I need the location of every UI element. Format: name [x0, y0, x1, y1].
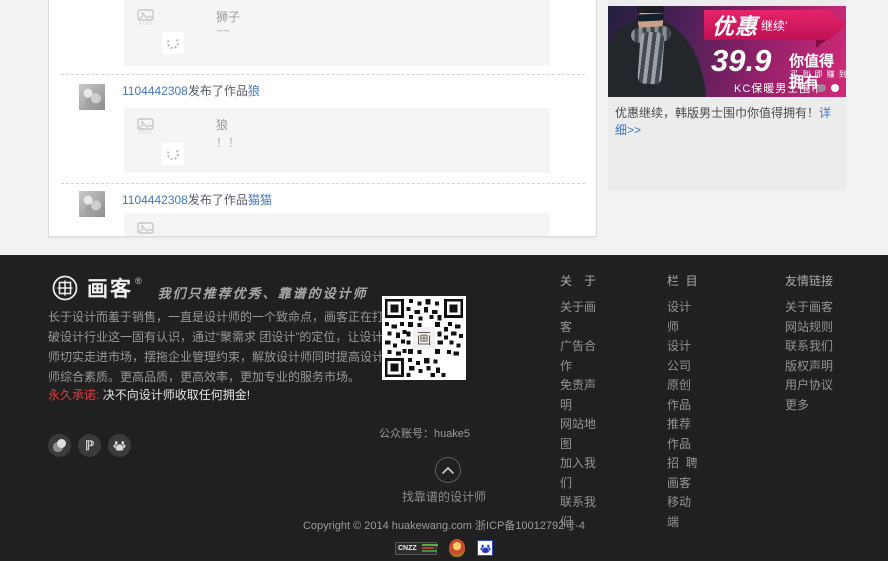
- baidu-paw-badge[interactable]: [477, 540, 493, 556]
- scarf-graphic: [637, 31, 665, 85]
- column-title: 友情链接: [785, 272, 833, 291]
- sunglasses-icon: [637, 13, 664, 21]
- registered-mark: ®: [135, 276, 142, 286]
- copyright-line: Copyright © 2014 huakewang.com 浙ICP备1001…: [0, 517, 888, 533]
- footer-link[interactable]: 网站规则: [785, 318, 833, 338]
- footer-link[interactable]: 原创作品: [667, 376, 698, 415]
- footer-link[interactable]: 用户协议: [785, 376, 833, 396]
- work-subtitle: ~~: [216, 24, 230, 38]
- column-title: 关 于: [560, 272, 596, 291]
- model-hair: [637, 6, 664, 13]
- brand-name: 画客: [87, 273, 133, 303]
- promo-small-text: 继续’: [761, 17, 788, 34]
- promo-ribbon: 优惠继续’: [704, 10, 846, 40]
- cnzz-label: CNZZ: [396, 545, 419, 552]
- username-link[interactable]: 1104442308: [122, 84, 188, 98]
- police-emblem-badge[interactable]: [449, 539, 465, 557]
- promise-line: 永久承诺: 决不向设计师收取任何拥金!: [48, 386, 250, 403]
- ad-banner[interactable]: 优惠继续’ 39.9 你值得拥有 买 到 即 赚 到 KC保暖男士围巾: [608, 6, 846, 97]
- huake-logo-icon: [52, 275, 78, 301]
- brand-tagline: 我们只推荐优秀、靠谱的设计师: [158, 283, 368, 302]
- product-name: KC保暖男士围巾: [734, 80, 823, 96]
- page: 狮子 ~~ 1104442308发布了作品狼 狼 ！！ 1104442308发布…: [0, 0, 888, 561]
- footer-link[interactable]: 版权声明: [785, 357, 833, 377]
- footer-link[interactable]: 关于画客: [785, 298, 833, 318]
- broken-image-icon: [137, 222, 154, 237]
- footer-link[interactable]: 联系我们: [785, 337, 833, 357]
- feed-panel: 狮子 ~~ 1104442308发布了作品狼 狼 ！！ 1104442308发布…: [48, 0, 597, 237]
- footer-link[interactable]: 更多: [785, 396, 833, 416]
- petal-social-icon[interactable]: [48, 434, 71, 457]
- work-preview-card: 狼 ！！: [124, 108, 550, 173]
- footer-link[interactable]: 设计公司: [667, 337, 698, 376]
- qr-block: 画 公众账号：huake5: [382, 296, 466, 380]
- feed-activity-line: 1104442308发布了作品猫猫: [122, 193, 272, 207]
- back-to-top-label: 找靠谱的设计师: [0, 488, 888, 505]
- carousel-dots: [818, 84, 839, 92]
- work-subtitle: ！！: [216, 134, 240, 151]
- sub-slogan-text: 买 到 即 赚 到: [790, 69, 846, 80]
- social-links: ℙ: [48, 434, 131, 457]
- cnzz-stats-badge[interactable]: CNZZ: [395, 542, 437, 555]
- footer-link[interactable]: 网站地图: [560, 415, 596, 454]
- carousel-dot[interactable]: [818, 84, 826, 92]
- footer: 画客 ® 我们只推荐优秀、靠谱的设计师 长于设计而羞于销售，一直是设计师的一个致…: [0, 255, 888, 561]
- paw-icon: [480, 543, 491, 554]
- cnzz-bars-icon: [420, 544, 440, 552]
- footer-link[interactable]: 推荐作品: [667, 415, 698, 454]
- footer-column-friend-links: 友情链接 关于画客 网站规则 联系我们 版权声明 用户协议 更多: [785, 272, 833, 415]
- svg-text:画: 画: [417, 331, 432, 347]
- username-link[interactable]: 1104442308: [122, 193, 188, 207]
- user-avatar[interactable]: [79, 191, 105, 217]
- feed-separator: [61, 74, 585, 75]
- work-link[interactable]: 猫猫: [248, 193, 272, 207]
- column-title: 栏 目: [667, 272, 698, 291]
- qr-caption: 公众账号：huake5: [352, 425, 497, 441]
- activity-action: 发布了作品: [188, 193, 248, 207]
- promo-big-text: 优惠: [712, 9, 758, 41]
- broken-image-icon: [137, 118, 154, 134]
- baidu-paw-icon[interactable]: [108, 434, 131, 457]
- footer-link[interactable]: 招 聘: [667, 454, 698, 474]
- loading-spinner-icon: [162, 143, 184, 165]
- footer-link[interactable]: 广告合作: [560, 337, 596, 376]
- footer-description: 长于设计而羞于销售，一直是设计师的一个致命点，画客正在打破设计行业这一固有认识，…: [48, 307, 390, 387]
- feed-activity-line: 1104442308发布了作品狼: [122, 84, 260, 98]
- footer-link[interactable]: 免责声明: [560, 376, 596, 415]
- broken-image-icon: [137, 9, 154, 25]
- carousel-dot-active[interactable]: [831, 84, 839, 92]
- promise-text: 决不向设计师收取任何拥金!: [103, 388, 250, 402]
- feed-separator: [61, 183, 585, 184]
- work-preview-card: [124, 213, 550, 237]
- work-title: 狼: [216, 116, 228, 133]
- footer-badges: CNZZ: [0, 539, 888, 557]
- ribbon-fold: [816, 40, 826, 48]
- chevron-up-icon: [442, 466, 454, 474]
- footer-link[interactable]: 设计师: [667, 298, 698, 337]
- footer-link[interactable]: 关于画客: [560, 298, 596, 337]
- ad-sidebar: 优惠继续’ 39.9 你值得拥有 买 到 即 赚 到 KC保暖男士围巾 优惠继续…: [608, 0, 846, 190]
- back-to-top-button[interactable]: [435, 457, 461, 483]
- ad-caption-text: 优惠继续，韩版男士围巾你值得拥有！: [615, 106, 819, 120]
- user-avatar[interactable]: [79, 84, 105, 110]
- promise-label: 永久承诺:: [48, 388, 99, 402]
- loading-spinner-icon: [162, 32, 184, 54]
- activity-action: 发布了作品: [188, 84, 248, 98]
- ad-caption: 优惠继续，韩版男士围巾你值得拥有！详细>>: [615, 104, 841, 138]
- qr-code: 画: [382, 296, 466, 380]
- work-preview-card: 狮子 ~~: [124, 0, 550, 66]
- huaban-p-icon[interactable]: ℙ: [78, 434, 101, 457]
- brand: 画客 ® 我们只推荐优秀、靠谱的设计师: [52, 273, 368, 303]
- price-text: 39.9: [711, 45, 771, 76]
- work-link[interactable]: 狼: [248, 84, 260, 98]
- work-title: 狮子: [216, 8, 240, 25]
